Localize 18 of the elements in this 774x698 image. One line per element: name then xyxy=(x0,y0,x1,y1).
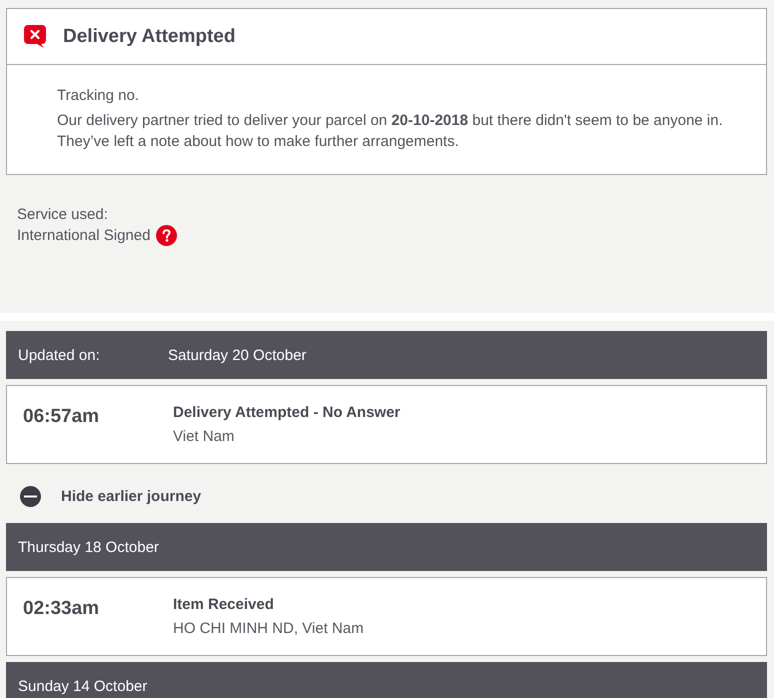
help-icon[interactable] xyxy=(156,225,178,246)
journey-toggle-link[interactable]: Hide earlier journey xyxy=(20,486,202,507)
date-heading: Thursday 18 October xyxy=(18,538,159,556)
tracking-number-label: Tracking no. xyxy=(57,86,139,106)
date-heading: Saturday 20 October xyxy=(168,346,306,364)
service-name: International Signed xyxy=(17,226,150,246)
date-heading: Sunday 14 October xyxy=(18,678,148,694)
failed-delivery-icon xyxy=(24,25,46,48)
event-title: Item Received xyxy=(173,595,274,615)
delivery-message: Our delivery partner tried to deliver your parcel on 20-10-2018 but there didn't seem to be anyone in. They’ve left a note about how to make further arrangements. xyxy=(57,111,724,152)
event-time: 06:57am xyxy=(23,405,100,429)
event-time: 02:33am xyxy=(23,597,100,621)
event-location: Viet Nam xyxy=(173,427,234,447)
event-location: HO CHI MINH ND, Viet Nam xyxy=(173,619,364,639)
updated-on-label: Updated on: xyxy=(18,346,100,364)
service-label: Service used: xyxy=(17,205,108,225)
event-title: Delivery Attempted - No Answer xyxy=(173,403,400,423)
notice-title: Delivery Attempted xyxy=(63,25,236,49)
